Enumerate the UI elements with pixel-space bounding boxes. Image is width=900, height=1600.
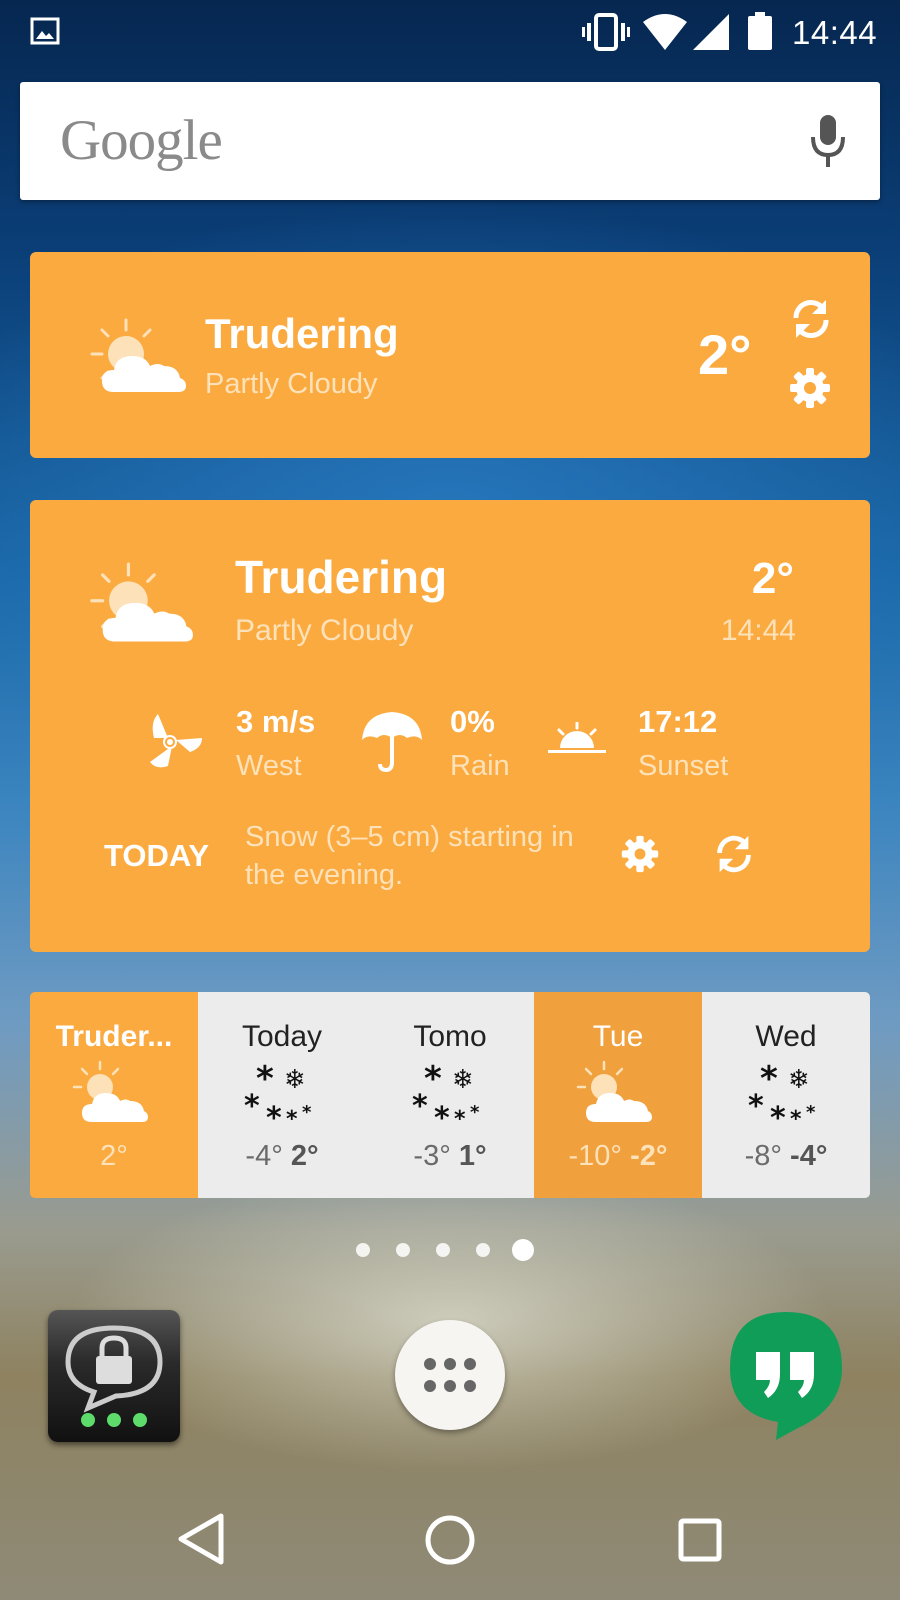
- svg-text:*: *: [454, 1107, 466, 1128]
- threema-app-icon[interactable]: [48, 1310, 180, 1442]
- vibrate-icon: [582, 13, 630, 51]
- partly-cloudy-icon: [72, 1060, 148, 1122]
- umbrella-icon: [362, 712, 422, 772]
- svg-text:*: *: [286, 1107, 298, 1128]
- forecast-temps: -3° 1°: [366, 1140, 534, 1173]
- forecast-summary: Snow (3–5 cm) starting in the evening.: [245, 821, 574, 891]
- partly-cloudy-icon: [90, 562, 193, 642]
- forecast-day-label: Tue: [592, 1020, 644, 1053]
- recents-icon[interactable]: [678, 1518, 722, 1562]
- weather-widget-large[interactable]: Trudering Partly Cloudy 2° 14:44 3 m/s W…: [30, 500, 870, 952]
- page-dot[interactable]: [356, 1243, 370, 1257]
- gear-icon[interactable]: [788, 366, 832, 410]
- rain-chance: 0%: [450, 704, 495, 739]
- sunset-label: Sunset: [638, 750, 729, 782]
- signal-icon: [693, 14, 729, 50]
- google-search-bar[interactable]: Google: [20, 82, 880, 200]
- forecast-day-label: Tomo: [413, 1020, 487, 1053]
- page-dot-active[interactable]: [512, 1239, 534, 1261]
- svg-text:*: *: [770, 1101, 786, 1128]
- status-bar: 14:44: [0, 0, 900, 64]
- back-icon[interactable]: [175, 1512, 229, 1566]
- weather-condition: Partly Cloudy: [205, 368, 378, 400]
- forecast-low: -10°: [568, 1140, 623, 1172]
- page-dot[interactable]: [476, 1243, 490, 1257]
- forecast-day[interactable]: Today * ❄ * * * * -4° 2°: [198, 992, 366, 1198]
- forecast-day[interactable]: Truder... 2°: [30, 992, 198, 1198]
- forecast-day[interactable]: Wed * ❄ * * * * -8° -4°: [702, 992, 870, 1198]
- svg-text:*: *: [470, 1102, 480, 1123]
- sunset-icon: [548, 722, 606, 753]
- forecast-day-label: Truder...: [55, 1020, 173, 1053]
- mic-icon[interactable]: [808, 113, 848, 169]
- svg-text:❄: ❄: [452, 1065, 474, 1095]
- app-drawer-button[interactable]: [395, 1320, 505, 1430]
- rain-label: Rain: [450, 750, 510, 782]
- forecast-temps: -4° 2°: [198, 1140, 366, 1173]
- forecast-high: -4°: [790, 1140, 828, 1172]
- svg-text:*: *: [266, 1101, 282, 1128]
- forecast-high: 2°: [290, 1140, 319, 1172]
- wind-icon: [150, 714, 202, 768]
- google-logo: Google: [60, 109, 223, 172]
- refresh-icon[interactable]: [712, 832, 756, 876]
- hangouts-app-icon[interactable]: [728, 1310, 844, 1440]
- forecast-strip-widget[interactable]: Truder... 2° Today * ❄ * * * * -4° 2° To…: [30, 992, 870, 1198]
- snow-icon: * ❄ * * * *: [244, 1060, 312, 1128]
- page-indicator: [356, 1238, 546, 1262]
- svg-text:*: *: [434, 1101, 450, 1128]
- svg-text:*: *: [748, 1089, 764, 1124]
- svg-text:❄: ❄: [788, 1065, 810, 1095]
- forecast-temps: -10° -2°: [534, 1140, 702, 1173]
- forecast-high: -2°: [630, 1140, 668, 1172]
- forecast-day[interactable]: Tue -10° -2°: [534, 992, 702, 1198]
- forecast-day-label: Today: [241, 1020, 323, 1053]
- svg-text:*: *: [790, 1107, 802, 1128]
- status-time: 14:44: [792, 14, 878, 51]
- forecast-low: 2°: [100, 1140, 128, 1172]
- gear-icon[interactable]: [620, 834, 660, 874]
- current-temperature: 2°: [698, 323, 752, 386]
- forecast-low: -8°: [744, 1140, 782, 1172]
- gallery-icon: [30, 17, 60, 45]
- forecast-temps: 2°: [30, 1140, 198, 1173]
- svg-text:*: *: [412, 1089, 428, 1124]
- page-dot[interactable]: [396, 1243, 410, 1257]
- forecast-low: -4°: [245, 1140, 283, 1172]
- battery-icon: [748, 12, 772, 50]
- forecast-low: -3°: [413, 1140, 451, 1172]
- snow-icon: * ❄ * * * *: [412, 1060, 480, 1128]
- city-name: Trudering: [235, 551, 448, 603]
- current-temperature: 2°: [751, 554, 794, 603]
- forecast-day[interactable]: Tomo * ❄ * * * * -3° 1°: [366, 992, 534, 1198]
- partly-cloudy-icon: [576, 1060, 652, 1122]
- today-label: TODAY: [104, 838, 210, 873]
- update-time: 14:44: [720, 614, 796, 647]
- forecast-day-label: Wed: [755, 1020, 817, 1053]
- city-name: Trudering: [205, 310, 399, 357]
- wifi-icon: [643, 14, 687, 50]
- weather-condition: Partly Cloudy: [235, 614, 414, 647]
- svg-text:❄: ❄: [284, 1065, 306, 1095]
- weather-widget-small[interactable]: Trudering Partly Cloudy 2°: [30, 252, 870, 458]
- forecast-high: 1°: [458, 1140, 487, 1172]
- svg-text:*: *: [806, 1102, 816, 1123]
- svg-text:*: *: [244, 1089, 260, 1124]
- forecast-temps: -8° -4°: [702, 1140, 870, 1173]
- partly-cloudy-icon: [90, 318, 186, 392]
- snow-icon: * ❄ * * * *: [748, 1060, 816, 1128]
- svg-text:*: *: [302, 1102, 312, 1123]
- home-icon[interactable]: [424, 1514, 476, 1566]
- refresh-icon[interactable]: [788, 296, 834, 342]
- wind-speed: 3 m/s: [236, 704, 316, 739]
- wind-direction: West: [236, 750, 302, 782]
- app-drawer-icon: [424, 1358, 476, 1392]
- page-dot[interactable]: [436, 1243, 450, 1257]
- sunset-time: 17:12: [638, 704, 718, 739]
